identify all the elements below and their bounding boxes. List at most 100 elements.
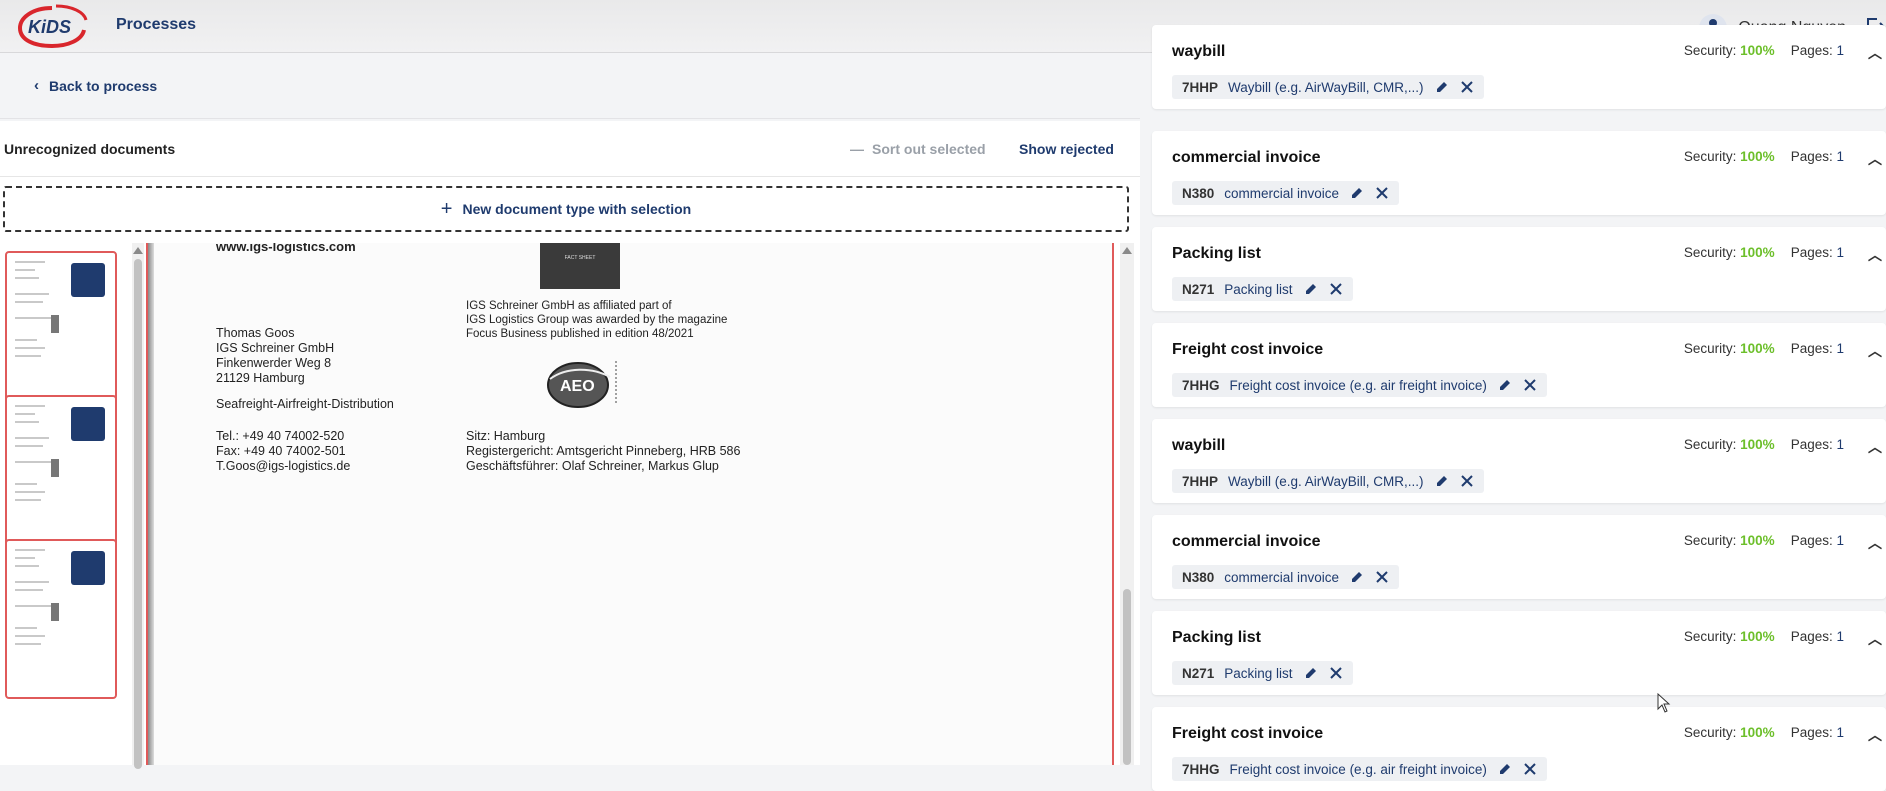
type-code: N271 xyxy=(1182,281,1215,297)
document-card[interactable]: commercial invoice Security: 100% Pages:… xyxy=(1152,515,1886,599)
card-meta: Security: 100% Pages: 1 xyxy=(1683,725,1844,740)
collapse-icon[interactable]: ︿ xyxy=(1868,629,1882,649)
pages-value: 1 xyxy=(1836,149,1844,164)
edit-icon[interactable] xyxy=(1303,281,1319,297)
document-type-name: commercial invoice xyxy=(1172,149,1321,166)
document-card[interactable]: Freight cost invoice Security: 100% Page… xyxy=(1152,323,1886,407)
pages-value: 1 xyxy=(1836,245,1844,260)
close-icon[interactable] xyxy=(1460,80,1474,94)
card-meta: Security: 100% Pages: 1 xyxy=(1683,629,1844,644)
pages-value: 1 xyxy=(1836,629,1844,644)
document-scroll-thumb[interactable] xyxy=(1123,589,1131,765)
document-type-chip: 7HHP Waybill (e.g. AirWayBill, CMR,...) xyxy=(1172,469,1484,493)
edit-icon[interactable] xyxy=(1434,473,1450,489)
pages-value: 1 xyxy=(1836,533,1844,548)
edit-icon[interactable] xyxy=(1349,569,1365,585)
back-to-process-button[interactable]: ‹ Back to process xyxy=(34,77,157,94)
certification-seal: FACT SHEET xyxy=(540,243,620,289)
security-value: 100% xyxy=(1740,629,1775,644)
thumbnail-scrollbar[interactable] xyxy=(132,243,144,769)
page-thumbnail[interactable] xyxy=(5,539,117,699)
thumbnail-scroll-thumb[interactable] xyxy=(134,259,142,769)
card-meta: Security: 100% Pages: 1 xyxy=(1683,149,1844,164)
close-icon[interactable] xyxy=(1460,474,1474,488)
collapse-icon[interactable]: ︿ xyxy=(1868,725,1882,745)
type-label: Packing list xyxy=(1224,665,1293,681)
doc-url: www.igs-logistics.com xyxy=(216,243,356,254)
document-card[interactable]: Packing list Security: 100% Pages: 1 ︿ N… xyxy=(1152,611,1886,695)
new-type-label: New document type with selection xyxy=(462,201,692,217)
chevron-left-icon: ‹ xyxy=(34,77,39,94)
edit-icon[interactable] xyxy=(1497,377,1513,393)
type-label: Freight cost invoice (e.g. air freight i… xyxy=(1229,377,1487,393)
collapse-icon[interactable]: ︿ xyxy=(1868,533,1882,553)
close-icon[interactable] xyxy=(1523,378,1537,392)
scroll-up-icon[interactable] xyxy=(1122,247,1132,254)
collapse-icon[interactable]: ︿ xyxy=(1868,245,1882,265)
pages-value: 1 xyxy=(1836,725,1844,740)
sort-out-selected-button[interactable]: — Sort out selected xyxy=(850,141,986,157)
document-type-chip: 7HHG Freight cost invoice (e.g. air frei… xyxy=(1172,373,1547,397)
panel-title: Unrecognized documents xyxy=(4,141,176,157)
minus-icon: — xyxy=(850,141,864,157)
document-type-chip: N271 Packing list xyxy=(1172,661,1353,685)
document-type-name: Freight cost invoice xyxy=(1172,725,1324,742)
document-scrollbar[interactable] xyxy=(1120,243,1134,765)
doc-phone: Tel.: +49 40 74002-520 Fax: +49 40 74002… xyxy=(216,429,351,473)
edit-icon[interactable] xyxy=(1349,185,1365,201)
aeo-logo: AEO xyxy=(547,361,617,408)
document-type-chip: N380 commercial invoice xyxy=(1172,181,1400,205)
unrecognized-documents-panel: Unrecognized documents — Sort out select… xyxy=(0,121,1140,769)
back-label: Back to process xyxy=(49,77,158,94)
doc-award: IGS Schreiner GmbH as affiliated part of… xyxy=(466,300,728,340)
close-icon[interactable] xyxy=(1329,666,1343,680)
security-value: 100% xyxy=(1740,43,1775,58)
type-label: Packing list xyxy=(1224,281,1293,297)
close-icon[interactable] xyxy=(1329,282,1343,296)
panel-header: Unrecognized documents — Sort out select… xyxy=(0,121,1140,177)
document-preview[interactable]: www.igs-logistics.com FACT SHEET Thomas … xyxy=(146,243,1114,765)
selected-marker xyxy=(71,263,105,297)
document-card[interactable]: waybill Security: 100% Pages: 1 ︿ 7HHP W… xyxy=(1152,419,1886,503)
card-meta: Security: 100% Pages: 1 xyxy=(1683,245,1844,260)
document-card[interactable]: Freight cost invoice Security: 100% Page… xyxy=(1152,707,1886,791)
collapse-icon[interactable]: ︿ xyxy=(1868,149,1882,169)
document-types-list: waybill Security: 100% Pages: 1 ︿ 7HHP W… xyxy=(1152,25,1886,791)
doc-seat: Sitz: Hamburg Registergericht: Amtsgeric… xyxy=(466,429,741,473)
collapse-icon[interactable]: ︿ xyxy=(1868,43,1882,63)
left-panel: ‹ Back to process Unrecognized documents… xyxy=(0,53,1140,769)
selected-marker xyxy=(71,407,105,441)
close-icon[interactable] xyxy=(1375,570,1389,584)
document-card[interactable]: Packing list Security: 100% Pages: 1 ︿ N… xyxy=(1152,227,1886,311)
kids-logo[interactable]: KiDS xyxy=(16,4,88,48)
page-thumbnail[interactable] xyxy=(5,395,117,555)
doc-contact: Thomas Goos IGS Schreiner GmbH Finkenwer… xyxy=(216,326,335,385)
new-document-type-button[interactable]: + New document type with selection xyxy=(3,186,1129,232)
app-title[interactable]: Processes xyxy=(116,16,196,34)
collapse-icon[interactable]: ︿ xyxy=(1868,341,1882,361)
show-rejected-button[interactable]: Show rejected xyxy=(1019,141,1114,157)
document-type-name: Freight cost invoice xyxy=(1172,341,1324,358)
security-value: 100% xyxy=(1740,149,1775,164)
document-type-chip: N271 Packing list xyxy=(1172,277,1353,301)
edit-icon[interactable] xyxy=(1303,665,1319,681)
security-value: 100% xyxy=(1740,437,1775,452)
close-icon[interactable] xyxy=(1523,762,1537,776)
collapse-icon[interactable]: ︿ xyxy=(1868,437,1882,457)
edit-icon[interactable] xyxy=(1434,79,1450,95)
close-icon[interactable] xyxy=(1375,186,1389,200)
page-thumbnail[interactable] xyxy=(5,251,117,411)
type-label: Freight cost invoice (e.g. air freight i… xyxy=(1229,761,1487,777)
type-code: 7HHG xyxy=(1182,761,1220,777)
aeo-text: AEO xyxy=(560,378,595,395)
document-card[interactable]: commercial invoice Security: 100% Pages:… xyxy=(1152,131,1886,215)
edit-icon[interactable] xyxy=(1497,761,1513,777)
document-type-name: waybill xyxy=(1172,437,1226,454)
scroll-up-icon[interactable] xyxy=(133,247,143,254)
type-code: N380 xyxy=(1182,569,1215,585)
document-type-name: waybill xyxy=(1172,43,1226,60)
document-type-name: commercial invoice xyxy=(1172,533,1321,550)
type-code: 7HHP xyxy=(1182,473,1219,489)
document-card[interactable]: waybill Security: 100% Pages: 1 ︿ 7HHP W… xyxy=(1152,25,1886,109)
type-label: Waybill (e.g. AirWayBill, CMR,...) xyxy=(1228,79,1424,95)
